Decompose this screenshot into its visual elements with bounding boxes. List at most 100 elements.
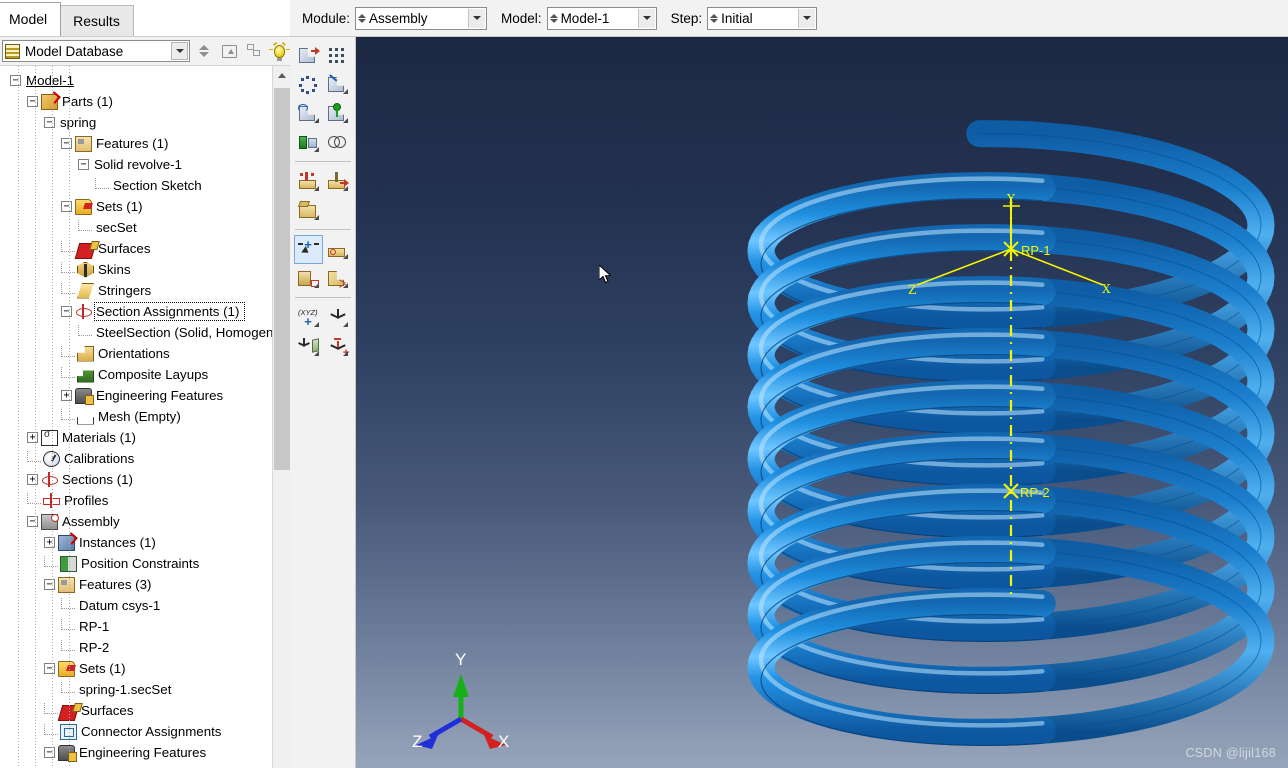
tree-expander-minus-icon[interactable]: − bbox=[78, 159, 89, 170]
model-select[interactable]: Model-1 bbox=[546, 6, 657, 30]
tree-item[interactable]: RP-1 bbox=[0, 616, 272, 637]
model-chevron-down-icon[interactable] bbox=[637, 8, 655, 28]
tree-expander-minus-icon[interactable]: − bbox=[44, 579, 55, 590]
translate-instance-tool[interactable] bbox=[294, 99, 323, 128]
face-to-face-icon bbox=[327, 172, 349, 191]
tree-item-label: Section Sketch bbox=[113, 178, 202, 193]
tree-item[interactable]: Section Sketch bbox=[0, 175, 272, 196]
tree-item[interactable]: − Features (3) bbox=[0, 574, 272, 595]
sets-icon bbox=[58, 660, 75, 677]
tree-expander-minus-icon[interactable]: − bbox=[44, 663, 55, 674]
datum-csys-plane-tool[interactable] bbox=[294, 332, 323, 361]
tree-item[interactable]: − Model-1 bbox=[0, 70, 272, 91]
step-chevron-down-icon[interactable] bbox=[798, 8, 816, 28]
tree-item[interactable]: − Sets (1) bbox=[0, 196, 272, 217]
parallel-face-constraint-tool[interactable] bbox=[294, 167, 323, 196]
tree-expander-minus-icon[interactable]: − bbox=[27, 96, 38, 107]
tree-item[interactable]: Mesh (Empty) bbox=[0, 406, 272, 427]
create-radial-pattern-tool[interactable] bbox=[294, 70, 323, 99]
tree-expander-minus-icon[interactable]: − bbox=[44, 117, 55, 128]
module-chevron-down-icon[interactable] bbox=[468, 8, 486, 28]
rotate-instance-tool[interactable] bbox=[323, 99, 352, 128]
tree-item[interactable]: + Sections (1) bbox=[0, 469, 272, 490]
tree-expander-minus-icon[interactable]: − bbox=[27, 516, 38, 527]
csys-axis-label-z: Z bbox=[908, 283, 916, 297]
module-select[interactable]: Assembly bbox=[355, 6, 488, 30]
scrollbar-thumb[interactable] bbox=[274, 88, 290, 470]
module-spinner-icon[interactable] bbox=[356, 13, 369, 23]
translate-to-tool[interactable] bbox=[294, 128, 323, 157]
create-instance-tool[interactable] bbox=[294, 41, 323, 70]
tree-item[interactable]: Orientations bbox=[0, 343, 272, 364]
create-reference-point-tool[interactable] bbox=[323, 303, 352, 332]
tree-item[interactable]: − Sets (1) bbox=[0, 658, 272, 679]
step-spinner-icon[interactable] bbox=[708, 13, 721, 23]
tree-item[interactable]: − Solid revolve-1 bbox=[0, 154, 272, 175]
csys-plane-icon bbox=[298, 337, 319, 356]
create-datum-plane-tool[interactable] bbox=[294, 264, 323, 293]
tree-item[interactable]: Surfaces bbox=[0, 238, 272, 259]
tree-item[interactable]: Skins bbox=[0, 259, 272, 280]
create-partition-tool[interactable] bbox=[323, 264, 352, 293]
tree-item[interactable]: Surfaces bbox=[0, 700, 272, 721]
tree-expander-minus-icon[interactable]: − bbox=[61, 138, 72, 149]
tree-item[interactable]: − spring bbox=[0, 112, 272, 133]
create-datum-csys-tool[interactable]: (XYZ) + bbox=[294, 303, 323, 332]
tree-item[interactable]: Position Constraints bbox=[0, 553, 272, 574]
tree-item[interactable]: − Parts (1) bbox=[0, 91, 272, 112]
tree-item[interactable]: secSet bbox=[0, 217, 272, 238]
tree-expander-plus-icon[interactable]: + bbox=[61, 390, 72, 401]
tree-item[interactable]: + Instances (1) bbox=[0, 532, 272, 553]
merge-cut-instances-tool[interactable] bbox=[323, 128, 352, 157]
model-tree[interactable]: − Model-1− Parts (1) − spring − Features (1) − S… bbox=[0, 66, 272, 768]
tree-item[interactable]: + Engineering Features bbox=[0, 385, 272, 406]
tree-item-label: spring-1.secSet bbox=[79, 682, 172, 697]
tree-expander-minus-icon[interactable]: − bbox=[61, 306, 72, 317]
tree-item-label: Sections (1) bbox=[62, 472, 133, 487]
tree-item[interactable]: Calibrations bbox=[0, 448, 272, 469]
tree-item-label: SteelSection (Solid, Homogen bbox=[96, 325, 272, 340]
spinner-icon[interactable] bbox=[193, 40, 215, 62]
tree-item[interactable]: Composite Layups bbox=[0, 364, 272, 385]
tree-item[interactable]: Datum csys-1 bbox=[0, 595, 272, 616]
create-set-tool[interactable]: + bbox=[323, 332, 352, 361]
tree-item[interactable]: + Materials (1) bbox=[0, 427, 272, 448]
folder-up-icon[interactable] bbox=[218, 40, 240, 62]
tree-expander-minus-icon[interactable]: − bbox=[61, 201, 72, 212]
tree-expander-minus-icon[interactable]: − bbox=[44, 747, 55, 758]
tree-expander-plus-icon[interactable]: + bbox=[44, 537, 55, 548]
scroll-up-icon[interactable] bbox=[273, 66, 290, 84]
create-datum-axis-tool[interactable] bbox=[323, 235, 352, 264]
3d-viewport[interactable]: Y Z X RP-1 RP-2 Y X Z CSDN @lijil168 bbox=[356, 37, 1288, 768]
linear-instance-pattern-tool[interactable] bbox=[323, 70, 352, 99]
tree-item[interactable]: − Section Assignments (1) bbox=[0, 301, 272, 322]
tree-item-label: Section Assignments (1) bbox=[93, 302, 246, 321]
tree-item[interactable]: RP-2 bbox=[0, 637, 272, 658]
step-select[interactable]: Initial bbox=[707, 6, 818, 30]
filter-icon[interactable] bbox=[243, 40, 265, 62]
tree-leaf-connector bbox=[27, 492, 41, 504]
chevron-down-icon[interactable] bbox=[171, 42, 188, 60]
model-database-select[interactable]: Model Database bbox=[2, 40, 190, 62]
face-to-face-constraint-tool[interactable] bbox=[323, 167, 352, 196]
tree-vertical-scrollbar[interactable] bbox=[272, 66, 290, 768]
tab-results[interactable]: Results bbox=[60, 5, 134, 36]
tree-item[interactable]: Profiles bbox=[0, 490, 272, 511]
create-datum-point-tool[interactable]: + bbox=[294, 235, 323, 264]
tree-expander-plus-icon[interactable]: + bbox=[27, 474, 38, 485]
tree-item[interactable]: SteelSection (Solid, Homogen bbox=[0, 322, 272, 343]
model-spinner-icon[interactable] bbox=[548, 13, 561, 23]
tree-item[interactable]: − Assembly bbox=[0, 511, 272, 532]
coaxial-constraint-tool[interactable] bbox=[294, 196, 323, 225]
lightbulb-icon[interactable] bbox=[268, 40, 290, 62]
tree-expander-minus-icon[interactable]: − bbox=[10, 75, 21, 86]
tree-item[interactable]: − Engineering Features bbox=[0, 742, 272, 763]
create-linear-pattern-tool[interactable] bbox=[323, 41, 352, 70]
tree-expander-plus-icon[interactable]: + bbox=[27, 432, 38, 443]
tree-item[interactable]: Connector Assignments bbox=[0, 721, 272, 742]
tree-item[interactable]: − Features (1) bbox=[0, 133, 272, 154]
tree-item[interactable]: spring-1.secSet bbox=[0, 679, 272, 700]
tab-model[interactable]: Model bbox=[0, 2, 62, 36]
tree-item[interactable]: Stringers bbox=[0, 280, 272, 301]
tree-item-label: Engineering Features bbox=[79, 745, 207, 760]
